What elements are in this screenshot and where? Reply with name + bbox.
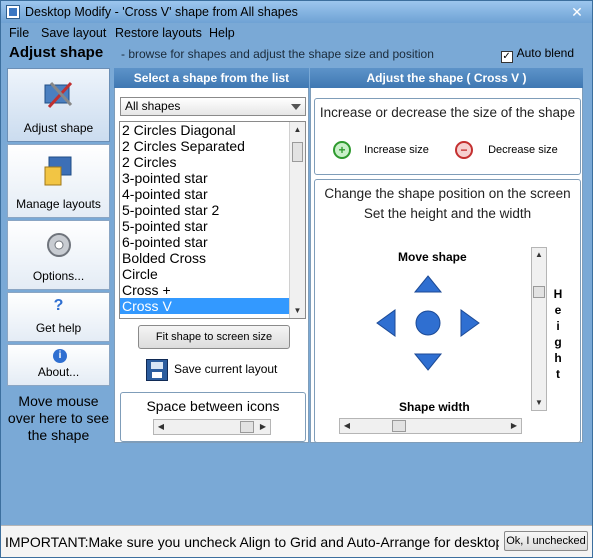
app-window: Desktop Modify - 'Cross V' shape from Al… <box>0 0 593 558</box>
spacing-label: Space between icons <box>146 398 280 414</box>
sidebar-item-label: About... <box>37 365 80 379</box>
shape-category-dropdown[interactable]: All shapes <box>120 97 306 116</box>
checkmark-icon: ✓ <box>500 51 513 63</box>
window-title: Desktop Modify - 'Cross V' shape from Al… <box>25 5 298 19</box>
menu-help[interactable]: Help <box>209 26 235 40</box>
shape-list[interactable]: 2 Circles Diagonal 2 Circles Separated 2… <box>119 121 306 319</box>
menu-bar: File Save layout Restore layouts Help <box>1 23 592 43</box>
page-description: - browse for shapes and adjust the shape… <box>121 47 434 61</box>
move-right-button[interactable] <box>459 308 481 338</box>
shape-list-scrollbar[interactable]: ▲ ▼ <box>289 122 305 318</box>
move-shape-label: Move shape <box>398 250 467 264</box>
info-icon: i <box>53 349 67 363</box>
scroll-down-icon[interactable]: ▼ <box>290 303 305 318</box>
save-layout-label: Save current layout <box>174 362 278 377</box>
list-item[interactable]: 2 Circles <box>120 154 305 170</box>
menu-file[interactable]: File <box>9 26 29 40</box>
menu-restore-layouts[interactable]: Restore layouts <box>115 26 202 40</box>
shape-height-slider[interactable]: ▲ ▼ <box>531 247 547 411</box>
sidebar-item-label: Manage layouts <box>16 197 101 211</box>
list-item[interactable]: 5-pointed star 2 <box>120 202 305 218</box>
scroll-down-icon[interactable]: ▼ <box>532 396 546 410</box>
hover-preview-area[interactable]: Move mouse over here to see the shape <box>7 393 110 444</box>
scroll-left-icon[interactable]: ◀ <box>154 420 168 434</box>
list-item[interactable]: Bolded Cross <box>120 250 305 266</box>
zoom-in-icon: + <box>333 141 351 159</box>
list-item[interactable]: 2 Circles Diagonal <box>120 122 305 138</box>
scroll-up-icon[interactable]: ▲ <box>532 248 546 262</box>
list-item[interactable]: 6-pointed star <box>120 234 305 250</box>
scroll-up-icon[interactable]: ▲ <box>290 122 305 137</box>
size-title: Increase or decrease the size of the sha… <box>319 105 576 120</box>
position-group: Change the shape position on the screen … <box>314 179 581 443</box>
floppy-disk-icon <box>146 359 168 381</box>
position-text: Change the shape position on the screen … <box>324 186 571 221</box>
dropdown-value: All shapes <box>125 99 181 113</box>
title-bar[interactable]: Desktop Modify - 'Cross V' shape from Al… <box>1 1 592 23</box>
auto-blend-label: Auto blend <box>516 46 574 60</box>
sidebar-item-options[interactable]: Options... <box>7 220 110 290</box>
decrease-size-button[interactable]: − Decrease size <box>455 141 558 159</box>
size-group: Increase or decrease the size of the sha… <box>314 98 581 175</box>
help-icon: ? <box>53 297 64 314</box>
scroll-thumb[interactable] <box>292 142 303 162</box>
scroll-right-icon[interactable]: ▶ <box>256 420 270 434</box>
chevron-down-icon <box>291 104 301 110</box>
sidebar-item-manage-layouts[interactable]: Manage layouts <box>7 144 110 218</box>
adjust-panel-header: Adjust the shape ( Cross V ) <box>310 68 583 88</box>
slider-thumb[interactable] <box>533 286 545 298</box>
spacing-group: Space between icons ◀ ▶ <box>120 392 306 442</box>
list-item[interactable]: 3-pointed star <box>120 170 305 186</box>
list-item[interactable]: Circle <box>120 266 305 282</box>
footer-bar: IMPORTANT:Make sure you uncheck Align to… <box>1 525 592 557</box>
page-title: Adjust shape <box>9 44 104 61</box>
ok-unchecked-button[interactable]: Ok, I unchecked <box>504 531 588 551</box>
increase-size-button[interactable]: + Increase size <box>333 141 429 159</box>
gear-icon <box>46 233 71 257</box>
zoom-out-icon: − <box>455 141 473 159</box>
center-shape-button[interactable] <box>413 308 443 338</box>
sidebar-item-label: Get help <box>35 321 82 335</box>
sidebar-item-adjust-shape[interactable]: Adjust shape <box>7 68 110 142</box>
list-item[interactable]: Cross + <box>120 282 305 298</box>
menu-save-layout[interactable]: Save layout <box>41 26 106 40</box>
shape-width-slider[interactable]: ◀ ▶ <box>339 418 522 434</box>
scroll-left-icon[interactable]: ◀ <box>340 419 354 433</box>
sidebar-item-about[interactable]: i About... <box>7 344 110 386</box>
move-left-button[interactable] <box>375 308 397 338</box>
move-up-button[interactable] <box>413 274 443 294</box>
shape-select-header: Select a shape from the list <box>114 68 309 88</box>
adjust-shape-icon <box>44 81 72 109</box>
list-item[interactable]: 2 Circles Separated <box>120 138 305 154</box>
spacing-slider[interactable]: ◀ ▶ <box>153 419 271 435</box>
sidebar-item-get-help[interactable]: ? Get help <box>7 292 110 342</box>
shape-width-label: Shape width <box>399 400 470 414</box>
app-icon <box>6 5 20 19</box>
list-item[interactable]: 4-pointed star <box>120 186 305 202</box>
close-button[interactable]: ✕ <box>568 3 586 21</box>
list-item-selected[interactable]: Cross V <box>120 298 305 314</box>
sidebar-item-label: Adjust shape <box>23 121 94 135</box>
sidebar-item-label: Options... <box>32 269 85 283</box>
section-header: Adjust shape - browse for shapes and adj… <box>1 43 592 65</box>
important-notice: IMPORTANT:Make sure you uncheck Align to… <box>5 534 499 550</box>
height-label: Height <box>553 287 563 381</box>
fit-to-screen-button[interactable]: Fit shape to screen size <box>138 325 290 349</box>
list-item[interactable]: 5-pointed star <box>120 218 305 234</box>
manage-layouts-icon <box>44 156 71 186</box>
scroll-right-icon[interactable]: ▶ <box>507 419 521 433</box>
slider-thumb[interactable] <box>392 420 406 432</box>
move-down-button[interactable] <box>413 352 443 372</box>
save-layout-button[interactable]: Save current layout <box>146 359 277 381</box>
slider-thumb[interactable] <box>240 421 254 433</box>
auto-blend-checkbox[interactable]: ✓ Auto blend <box>500 46 574 63</box>
